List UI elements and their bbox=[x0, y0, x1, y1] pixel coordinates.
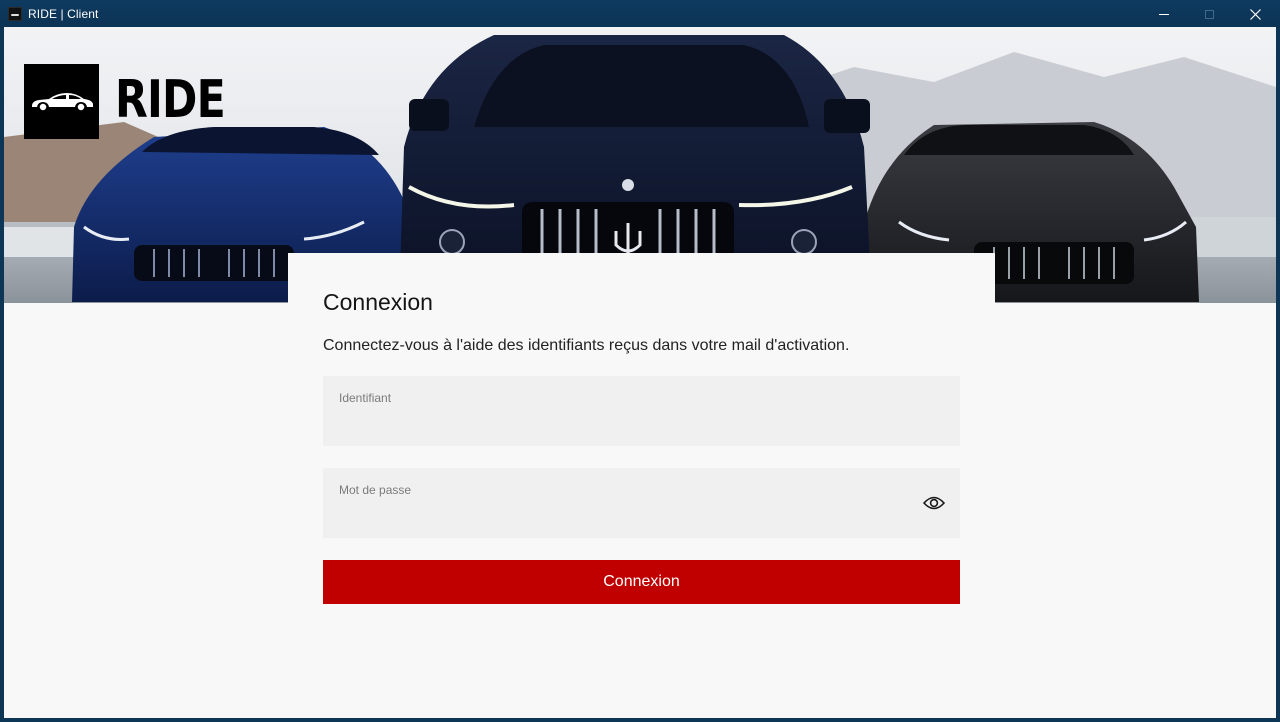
username-field[interactable]: Identifiant bbox=[323, 376, 960, 446]
username-input[interactable] bbox=[339, 410, 923, 436]
login-card: Connexion Connectez-vous à l'aide des id… bbox=[288, 253, 995, 718]
brand-name: RIDE bbox=[115, 70, 226, 130]
title-bar[interactable]: RIDE | Client bbox=[0, 0, 1280, 28]
password-field[interactable]: Mot de passe bbox=[323, 468, 960, 538]
close-button[interactable] bbox=[1232, 0, 1278, 28]
minimize-icon bbox=[1159, 13, 1169, 15]
close-icon bbox=[1249, 8, 1261, 20]
username-label: Identifiant bbox=[339, 391, 392, 405]
app-icon bbox=[8, 7, 22, 21]
login-button[interactable]: Connexion bbox=[323, 560, 960, 604]
login-title: Connexion bbox=[323, 289, 433, 315]
app-window: RIDE | Client RIDE Connexion Connectez-v… bbox=[0, 0, 1280, 722]
car-icon bbox=[31, 92, 93, 112]
client-area: RIDE Connexion Connectez-vous à l'aide d… bbox=[4, 27, 1276, 718]
login-description: Connectez-vous à l'aide des identifiants… bbox=[323, 337, 850, 354]
password-input[interactable] bbox=[339, 502, 903, 528]
show-password-button[interactable] bbox=[921, 492, 947, 514]
window-title: RIDE | Client bbox=[28, 7, 99, 21]
eye-icon bbox=[923, 496, 945, 510]
password-label: Mot de passe bbox=[339, 483, 412, 497]
minimize-button[interactable] bbox=[1141, 0, 1187, 28]
maximize-icon bbox=[1204, 9, 1214, 19]
brand-logo bbox=[24, 64, 99, 139]
maximize-button[interactable] bbox=[1186, 0, 1232, 28]
